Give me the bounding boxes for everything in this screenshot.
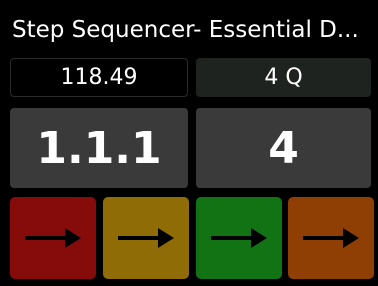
step-button-1[interactable] [10, 197, 96, 279]
step-button-3[interactable] [196, 197, 282, 279]
step-button-4[interactable] [288, 197, 374, 279]
arrow-right-icon [116, 225, 176, 251]
page-title: Step Sequencer- Essential D... [12, 17, 359, 43]
steps-display[interactable]: 4 [196, 108, 371, 188]
arrow-right-icon [301, 225, 361, 251]
position-display[interactable]: 1.1.1 [10, 108, 188, 188]
arrow-right-icon [209, 225, 269, 251]
step-sequencer-panel: Step Sequencer- Essential D... 118.49 4 … [0, 0, 378, 286]
time-signature-display[interactable]: 4 Q [196, 58, 371, 97]
tempo-display[interactable]: 118.49 [10, 58, 188, 97]
arrow-right-icon [23, 225, 83, 251]
step-button-2[interactable] [103, 197, 189, 279]
